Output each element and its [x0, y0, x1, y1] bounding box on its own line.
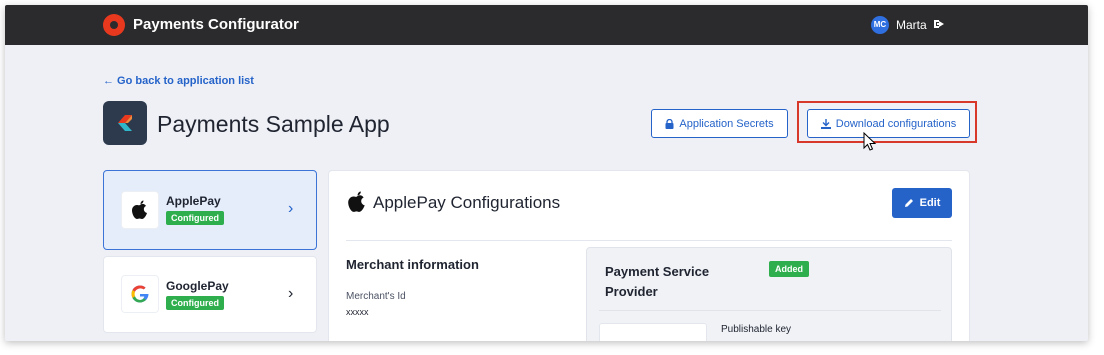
psp-logo-box — [599, 323, 707, 341]
publishable-key-label: Publishable key — [721, 324, 792, 335]
apple-icon — [348, 191, 365, 212]
sidebar-item-label: GooglePay — [166, 279, 229, 293]
merchant-heading: Merchant information — [346, 257, 479, 272]
panel-title: ApplePay Configurations — [373, 193, 561, 212]
app-name: Payments Configurator — [133, 16, 299, 33]
apple-logo — [121, 191, 159, 229]
application-secrets-label: Application Secrets — [679, 117, 774, 130]
status-badge: Configured — [166, 211, 224, 225]
edit-label: Edit — [919, 197, 941, 209]
divider — [346, 240, 952, 241]
application-secrets-button[interactable]: Application Secrets — [651, 109, 788, 138]
divider — [599, 310, 941, 311]
lock-icon — [665, 118, 674, 129]
back-to-list-link[interactable]: ← Go back to application list — [103, 75, 254, 87]
configuration-panel: ApplePay Configurations Edit Merchant in… — [328, 170, 970, 341]
user-name[interactable]: Marta — [896, 18, 927, 32]
sidebar-item-googlepay[interactable]: GooglePay Configured › — [103, 256, 317, 333]
mouse-cursor-icon — [863, 132, 877, 151]
highlight-box — [797, 101, 977, 143]
merchant-id-value: xxxxx — [346, 307, 369, 317]
status-badge: Configured — [166, 296, 224, 310]
app-icon — [103, 101, 147, 145]
chevron-right-icon: › — [288, 200, 294, 217]
app-window: Payments Configurator MC Marta ← Go back… — [5, 5, 1088, 341]
chevron-right-icon: › — [288, 285, 294, 302]
psp-section: Payment Service Provider Added Publishab… — [586, 247, 952, 341]
google-logo — [121, 275, 159, 313]
psp-heading: Payment Service Provider — [605, 264, 710, 299]
pencil-icon — [904, 199, 913, 207]
apple-icon — [132, 200, 147, 219]
logout-icon[interactable] — [933, 17, 945, 31]
sidebar-item-label: ApplePay — [166, 194, 221, 208]
edit-button[interactable]: Edit — [892, 188, 952, 218]
avatar[interactable]: MC — [871, 16, 889, 34]
page-title: Payments Sample App — [157, 111, 390, 137]
status-badge: Added — [769, 261, 809, 277]
google-icon — [131, 285, 149, 303]
merchant-id-label: Merchant's Id — [346, 291, 406, 302]
brand-logo — [103, 14, 125, 36]
sidebar-item-applepay[interactable]: ApplePay Configured › — [103, 170, 317, 250]
top-bar: Payments Configurator MC Marta — [5, 5, 1088, 45]
